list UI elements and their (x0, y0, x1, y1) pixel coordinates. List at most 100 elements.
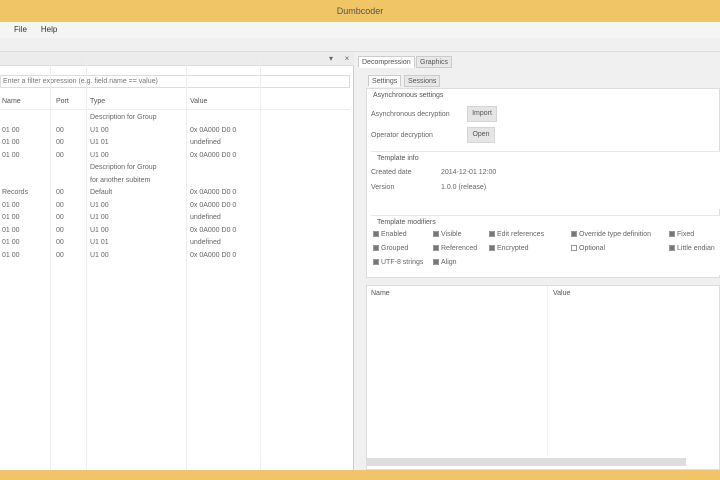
checkbox-icon[interactable] (571, 245, 577, 251)
cell-port: 00 (56, 151, 64, 159)
table-row[interactable]: 01 00 00 U1 00 0x 0A000 D0 0 (0, 250, 350, 263)
option-checkbox[interactable]: Edit references (489, 231, 544, 238)
col-value[interactable]: Value (190, 98, 207, 105)
created-value: 2014-12-01 12:00 (441, 169, 497, 176)
close-icon[interactable]: × (342, 54, 352, 64)
label: Version (371, 184, 395, 191)
cell-port: 00 (56, 189, 64, 196)
col-name[interactable]: Name (2, 98, 21, 105)
checkbox-icon[interactable] (489, 231, 495, 237)
tab-sessions[interactable]: Sessions (404, 75, 441, 87)
table-row[interactable]: 01 00 00 U1 00 0x 0A000 D0 0 (0, 125, 350, 138)
cell-port: 00 (56, 201, 64, 209)
title-bar: Dumbcoder (0, 0, 720, 22)
option-checkbox[interactable]: Little endian (669, 245, 715, 252)
menu-bar: File Help (0, 22, 720, 38)
cell-type: U1 00 (90, 126, 109, 134)
cell-port: 00 (56, 239, 64, 246)
settings-panel: Asynchronous settings Asynchronous decry… (366, 88, 720, 278)
cell-type: U1 00 (90, 201, 109, 209)
checkbox-icon[interactable] (489, 245, 495, 251)
cell-name: 01 00 (2, 239, 20, 246)
group-title: Template modifiers (377, 219, 436, 226)
option-checkbox[interactable]: Enabled (373, 231, 407, 238)
filter-input[interactable]: Enter a filter expression (e.g. field.na… (0, 75, 350, 88)
option-checkbox[interactable]: UTF-8 strings (373, 259, 423, 266)
table-row[interactable]: Description for Group (0, 112, 350, 125)
checkbox-icon[interactable] (433, 259, 439, 265)
version-value: 1.0.0 (release) (441, 184, 487, 191)
option-checkbox[interactable]: Override type definition (571, 231, 651, 238)
table-row[interactable]: Records 00 Default 0x 0A000 D0 0 (0, 187, 350, 200)
table-row[interactable]: Description for Group (0, 162, 350, 175)
option-checkbox[interactable]: Encrypted (489, 245, 529, 252)
menu-file[interactable]: File (14, 25, 27, 34)
cell-value: undefined (190, 239, 221, 246)
cell-port: 00 (56, 226, 64, 234)
option-label: Grouped (381, 245, 409, 252)
tab-graphics[interactable]: Graphics (416, 56, 453, 68)
label: Operator decryption (371, 132, 433, 139)
cell-port: 00 (56, 251, 64, 259)
cell-port: 00 (56, 214, 64, 221)
import-button[interactable]: Import (467, 106, 497, 122)
tab-decompression[interactable]: Decompression (358, 56, 415, 68)
table-row[interactable]: 01 00 00 U1 00 0x 0A000 D0 0 (0, 225, 350, 238)
checkbox-icon[interactable] (433, 245, 439, 251)
table-row[interactable]: 01 00 00 U1 01 undefined (0, 237, 350, 250)
right-panel: Decompression Graphics Settings Sessions… (356, 52, 720, 470)
checkbox-icon[interactable] (571, 231, 577, 237)
checkbox-icon[interactable] (669, 245, 675, 251)
col-type[interactable]: Type (90, 98, 105, 105)
cell-port: 00 (56, 139, 64, 146)
cell-value: undefined (190, 214, 221, 221)
table-row[interactable]: 01 00 00 U1 00 0x 0A000 D0 0 (0, 200, 350, 213)
checkbox-icon[interactable] (373, 231, 379, 237)
option-label: Edit references (497, 231, 545, 238)
option-label: Encrypted (497, 245, 529, 252)
horizontal-scrollbar[interactable] (366, 458, 686, 466)
panel-header: ▾ × (0, 52, 354, 66)
cell-name: 01 00 (2, 126, 20, 134)
cell-type: for another subitem (90, 176, 151, 184)
cell-type: U1 01 (90, 239, 109, 246)
option-checkbox[interactable]: Visible (433, 231, 462, 238)
options-group: Template modifiers Enabled Visible Edit re… (371, 215, 720, 275)
table-header: Name Port Type Value (0, 96, 350, 110)
cell-value: 0x 0A000 D0 0 (190, 201, 237, 209)
cell-type: Description for Group (90, 114, 157, 121)
menu-help[interactable]: Help (41, 25, 57, 34)
option-checkbox[interactable]: Align (433, 259, 457, 266)
cell-name: 01 00 (2, 214, 20, 221)
left-panel: ▾ × Enter a filter expression (e.g. fiel… (0, 52, 354, 470)
checkbox-icon[interactable] (373, 245, 379, 251)
cell-type: Description for Group (90, 164, 157, 171)
option-checkbox[interactable]: Fixed (669, 231, 694, 238)
cell-name: Records (2, 189, 29, 196)
cell-value: 0x 0A000 D0 0 (190, 189, 237, 196)
tab-settings[interactable]: Settings (368, 75, 402, 87)
table-row[interactable]: 01 00 00 U1 01 undefined (0, 137, 350, 150)
dropdown-icon[interactable]: ▾ (326, 54, 336, 64)
option-label: Optional (579, 245, 606, 252)
cell-name: 01 00 (2, 226, 20, 234)
option-checkbox[interactable]: Referenced (433, 245, 477, 252)
cell-value: 0x 0A000 D0 0 (190, 226, 237, 234)
checkbox-icon[interactable] (373, 259, 379, 265)
table-row[interactable]: for another subitem (0, 175, 350, 188)
col-name[interactable]: Name (371, 290, 390, 297)
group-title: Asynchronous settings (373, 92, 444, 99)
col-value[interactable]: Value (553, 290, 570, 297)
option-checkbox[interactable]: Grouped (373, 245, 408, 252)
option-checkbox[interactable]: Optional (571, 245, 605, 252)
table-row[interactable]: 01 00 00 U1 00 undefined (0, 212, 350, 225)
checkbox-icon[interactable] (433, 231, 439, 237)
cell-name: 01 00 (2, 139, 20, 146)
table-row[interactable]: 01 00 00 U1 00 0x 0A000 D0 0 (0, 150, 350, 163)
open-button[interactable]: Open (467, 127, 495, 143)
group-title: Template info (377, 155, 419, 162)
cell-type: U1 00 (90, 226, 109, 234)
col-divider (547, 286, 548, 456)
checkbox-icon[interactable] (669, 231, 675, 237)
col-port[interactable]: Port (56, 98, 69, 105)
